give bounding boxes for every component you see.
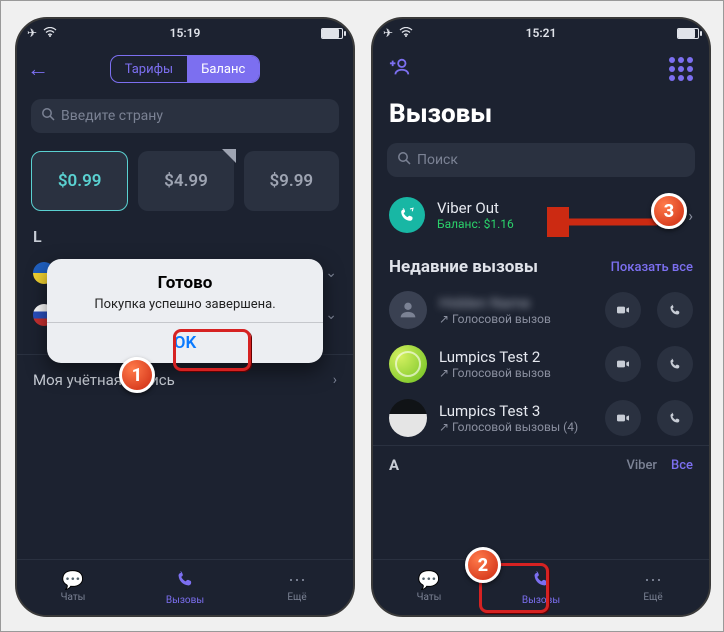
show-all-link[interactable]: Показать все: [611, 260, 693, 275]
alpha-section: A Viber Все: [373, 445, 709, 484]
call-type: ↗ Голосовой вызовы (4): [439, 420, 589, 434]
filter-viber[interactable]: Viber: [626, 458, 657, 473]
wifi-icon: [43, 26, 57, 40]
nav-chats[interactable]: 💬 Чаты: [17, 560, 129, 615]
dialog-ok-button[interactable]: OK: [47, 323, 323, 363]
viber-out-icon: [389, 197, 425, 233]
nav-chats-label: Чаты: [417, 592, 442, 603]
dialpad-button[interactable]: [669, 57, 693, 81]
airplane-icon: ✈: [383, 26, 393, 40]
viber-out-balance: Баланс: $1.16: [437, 217, 514, 231]
airplane-icon: ✈: [27, 26, 37, 40]
video-call-button[interactable]: [605, 400, 641, 436]
call-row[interactable]: Lumpics Test 3 ↗ Голосовой вызовы (4): [373, 391, 709, 445]
voice-call-button[interactable]: [657, 346, 693, 382]
chevron-down-icon: ⌄: [325, 307, 337, 323]
call-contact-name: Hidden Name: [439, 294, 589, 312]
battery-icon: [321, 28, 343, 39]
status-time: 15:21: [488, 26, 593, 40]
section-title: Недавние вызовы: [389, 257, 538, 277]
segment-tariffs[interactable]: Тарифы: [111, 56, 187, 82]
call-contact-name: Lumpics Test 2: [439, 348, 589, 366]
nav-chats-label: Чаты: [61, 592, 86, 603]
purchase-complete-dialog: Готово Покупка успешно завершена. OK: [47, 259, 323, 363]
top-bar: [373, 47, 709, 91]
list-letter-header: L: [17, 221, 353, 252]
nav-more[interactable]: ⋯ Ещё: [597, 560, 709, 615]
avatar-icon: [389, 291, 427, 329]
credit-options: $0.99 $4.99 $9.99: [17, 141, 353, 221]
featured-ribbon-icon: [222, 149, 236, 163]
nav-more-label: Ещё: [287, 592, 306, 603]
call-row[interactable]: Hidden Name ↗ Голосовой вызов: [373, 283, 709, 337]
battery-icon: [677, 28, 699, 39]
nav-chats[interactable]: 💬 Чаты: [373, 560, 485, 615]
status-bar: ✈ 15:21: [373, 19, 709, 47]
chevron-right-icon: ›: [333, 372, 337, 388]
more-icon: ⋯: [644, 572, 662, 590]
segment-control[interactable]: Тарифы Баланс: [110, 55, 261, 83]
nav-calls[interactable]: Вызовы: [485, 560, 597, 615]
nav-more[interactable]: ⋯ Ещё: [241, 560, 353, 615]
screen-viber-out-balance: ✈ 15:19 ← Тарифы Баланс Введите страну $…: [15, 17, 355, 617]
dialog-title: Готово: [63, 273, 307, 293]
call-type: ↗ Голосовой вызов: [439, 366, 589, 380]
screen-calls: ✈ 15:21 Вызовы Поиск Viber Out Баланс: $…: [371, 17, 711, 617]
voice-call-button[interactable]: [657, 400, 693, 436]
credit-0-99[interactable]: $0.99: [31, 151, 128, 211]
dialog-message: Покупка успешно завершена.: [63, 297, 307, 312]
video-call-button[interactable]: [605, 346, 641, 382]
calls-search[interactable]: Поиск: [387, 143, 695, 177]
search-placeholder: Введите страну: [61, 108, 163, 124]
search-placeholder: Поиск: [417, 152, 458, 168]
chat-icon: 💬: [62, 572, 84, 590]
call-row[interactable]: Lumpics Test 2 ↗ Голосовой вызов: [373, 337, 709, 391]
alpha-letter: A: [389, 456, 399, 474]
search-icon: [397, 151, 411, 169]
my-account-label: Моя учётная запись: [33, 371, 175, 389]
credit-4-99[interactable]: $4.99: [138, 151, 233, 211]
chevron-right-icon: ›: [688, 206, 693, 225]
phone-icon: [531, 569, 551, 593]
page-title: Вызовы: [373, 91, 709, 135]
search-icon: [41, 107, 55, 125]
viber-out-title: Viber Out: [437, 199, 514, 217]
avatar-icon: [389, 345, 427, 383]
back-button[interactable]: ←: [27, 56, 49, 82]
nav-more-label: Ещё: [643, 592, 662, 603]
add-contact-button[interactable]: [389, 56, 411, 83]
call-type: ↗ Голосовой вызов: [439, 312, 589, 326]
bottom-nav: 💬 Чаты Вызовы ⋯ Ещё: [373, 559, 709, 615]
phone-icon: [175, 569, 195, 593]
viber-out-row[interactable]: Viber Out Баланс: $1.16 ›: [373, 187, 709, 243]
video-call-button[interactable]: [605, 292, 641, 328]
top-bar: ← Тарифы Баланс: [17, 47, 353, 91]
status-time: 15:19: [132, 26, 237, 40]
nav-calls-label: Вызовы: [166, 595, 204, 606]
filter-all[interactable]: Все: [671, 458, 693, 473]
nav-calls[interactable]: Вызовы: [129, 560, 241, 615]
credit-4-99-label: $4.99: [164, 171, 208, 191]
chat-icon: 💬: [418, 572, 440, 590]
country-search[interactable]: Введите страну: [31, 99, 339, 133]
segment-balance[interactable]: Баланс: [187, 56, 259, 82]
bottom-nav: 💬 Чаты Вызовы ⋯ Ещё: [17, 559, 353, 615]
nav-calls-label: Вызовы: [522, 595, 560, 606]
wifi-icon: [399, 26, 413, 40]
call-contact-name: Lumpics Test 3: [439, 402, 589, 420]
status-bar: ✈ 15:19: [17, 19, 353, 47]
recent-calls-header: Недавние вызовы Показать все: [373, 243, 709, 283]
more-icon: ⋯: [288, 572, 306, 590]
avatar-icon: [389, 399, 427, 437]
voice-call-button[interactable]: [657, 292, 693, 328]
credit-9-99[interactable]: $9.99: [244, 151, 339, 211]
chevron-down-icon: ⌄: [325, 265, 337, 281]
